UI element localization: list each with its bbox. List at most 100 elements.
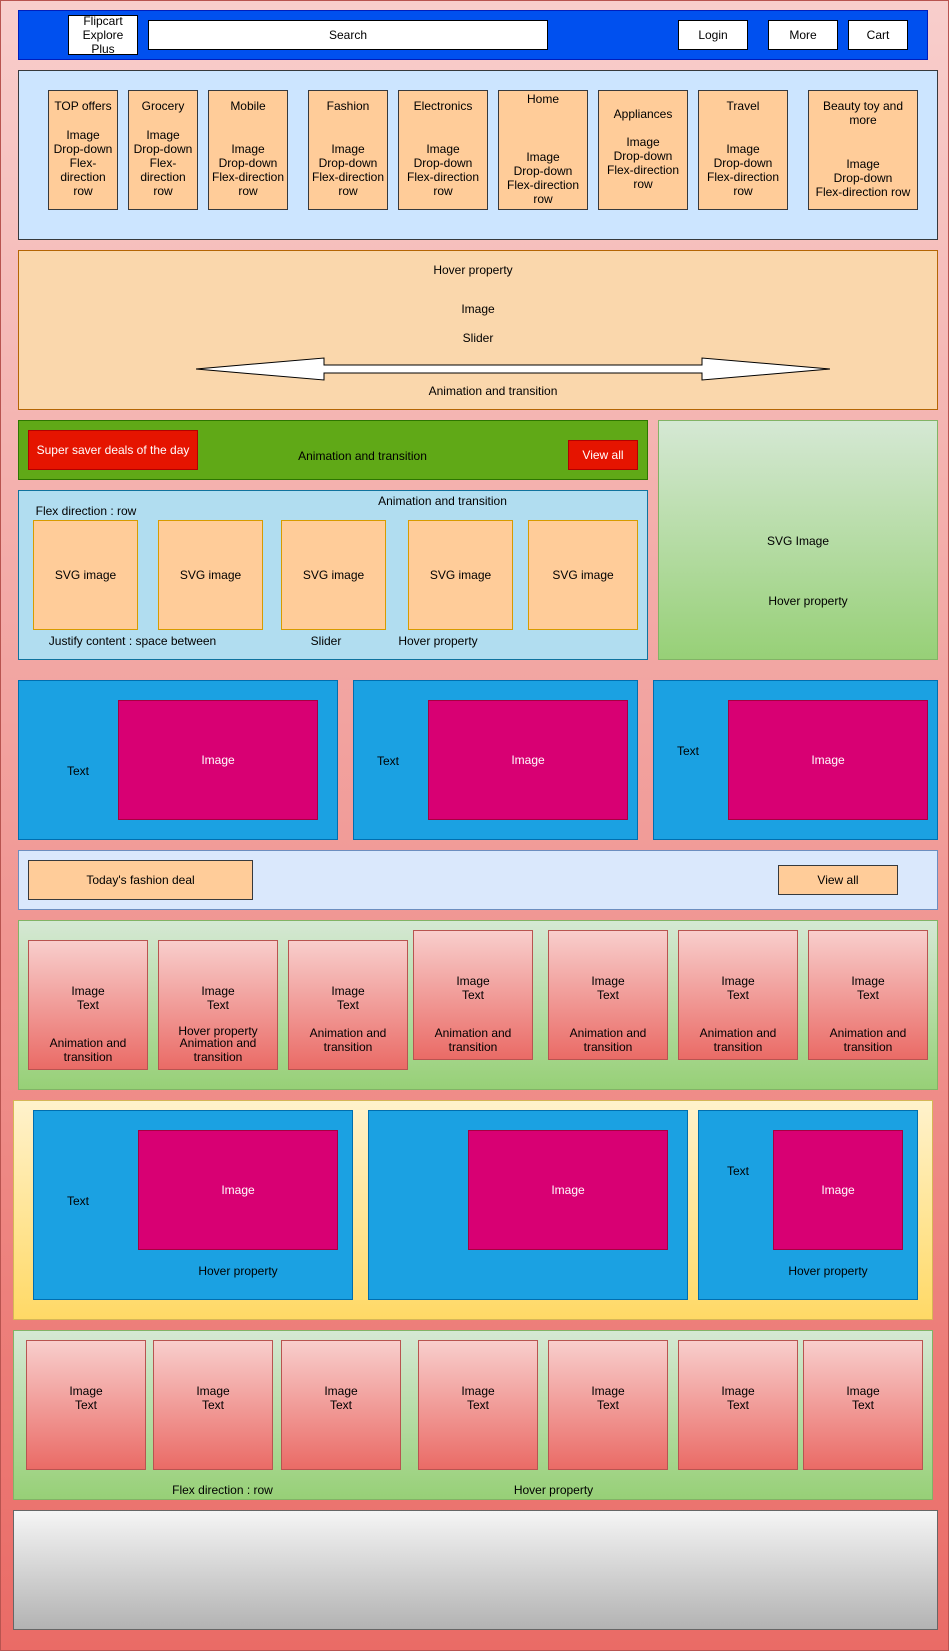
fashion-card-animation-note: Animation and transition — [309, 1026, 387, 1054]
bottom-card-content: Image Text — [196, 1384, 230, 1412]
svg-justify-note: Justify content : space between — [48, 634, 217, 648]
bottom-card-content: Image Text — [721, 1384, 755, 1412]
svg-image-card[interactable]: SVG image — [408, 520, 513, 630]
fashion-card-content: Image Text — [456, 974, 490, 1002]
category-title: TOP offers — [54, 99, 112, 113]
promo-image: Image — [118, 700, 318, 820]
deals-title-text: Super saver deals of the day — [36, 443, 190, 457]
promo-image: Image — [468, 1130, 668, 1250]
fashion-card-content: Image Text — [591, 974, 625, 1002]
category-title: Mobile — [230, 99, 266, 113]
bottom-flex-note: Flex direction : row — [172, 1483, 273, 1497]
category-details: Image Drop-down Flex- direction row — [53, 128, 113, 198]
bottom-hover-note: Hover property — [513, 1483, 594, 1497]
bottom-card-content: Image Text — [461, 1384, 495, 1412]
side-hover-note: Hover property — [768, 594, 848, 608]
svg-flex-note: Flex direction : row — [35, 504, 137, 518]
category-title: Travel — [726, 99, 760, 113]
fashion-card-content: Image Text — [201, 984, 235, 1012]
more-label: More — [789, 28, 817, 42]
fashion-card-animation-note: Animation and transition — [49, 1036, 127, 1064]
promo-image-label: Image — [221, 1183, 255, 1197]
more-button[interactable]: More — [768, 20, 838, 50]
promo-image-label: Image — [201, 753, 235, 767]
fashion-title: Today's fashion deal — [28, 860, 253, 900]
fashion-view-all-button[interactable]: View all — [778, 865, 898, 895]
promo-text: Text — [376, 754, 399, 768]
svg-image-label: SVG image — [302, 568, 365, 582]
promo-text: Text — [726, 1164, 749, 1178]
cart-button[interactable]: Cart — [848, 20, 908, 50]
promo-hover-note: Hover property — [788, 1264, 868, 1278]
deals-view-all-button[interactable]: View all — [568, 440, 638, 470]
svg-slider-note: Slider — [310, 634, 342, 648]
promo-text: Text — [66, 764, 89, 778]
fashion-card-content: Image Text — [71, 984, 105, 1012]
category-details: Image Drop-down Flex-direction row — [311, 142, 385, 198]
category-title: Fashion — [326, 99, 370, 113]
svg-image-card[interactable]: SVG image — [281, 520, 386, 630]
category-details: Image Drop-down Flex-direction row — [815, 157, 911, 199]
svg-image-card[interactable]: SVG image — [33, 520, 138, 630]
fashion-card-content: Image Text — [851, 974, 885, 1002]
promo-image: Image — [428, 700, 628, 820]
category-title: Appliances — [613, 107, 673, 121]
slider-arrows-icon[interactable] — [196, 356, 830, 382]
category-details: Image Drop-down Flex-direction row — [406, 142, 480, 198]
banner-hover-note: Hover property — [433, 263, 513, 277]
svg-image-label: SVG image — [429, 568, 492, 582]
svg-hover-note: Hover property — [398, 634, 478, 648]
fashion-card-animation-note: Animation and transition — [699, 1026, 777, 1054]
category-details: Image Drop-down Flex- direction row — [133, 128, 193, 198]
category-details: Image Drop-down Flex-direction row — [211, 142, 285, 198]
fashion-view-all-label: View all — [817, 873, 859, 887]
svg-animation-note: Animation and transition — [378, 494, 507, 508]
footer — [13, 1510, 938, 1630]
login-label: Login — [698, 28, 728, 42]
category-title: Grocery — [141, 99, 185, 113]
fashion-card-content: Image Text — [721, 974, 755, 1002]
promo-image: Image — [728, 700, 928, 820]
category-title: Electronics — [413, 99, 473, 113]
fashion-card-animation-note: Animation and transition — [179, 1036, 257, 1064]
promo-image: Image — [138, 1130, 338, 1250]
svg-image-label: SVG image — [552, 568, 614, 582]
promo-image-label: Image — [811, 753, 845, 767]
fashion-card-animation-note: Animation and transition — [829, 1026, 907, 1054]
category-details: Image Drop-down Flex-direction row — [506, 150, 580, 206]
search-placeholder: Search — [328, 28, 368, 42]
banner-slider-note: Slider — [462, 331, 494, 345]
category-title: Beauty toy and more — [822, 99, 904, 127]
fashion-card-content: Image Text — [331, 984, 365, 1012]
promo-text: Text — [676, 744, 699, 758]
bottom-card-content: Image Text — [69, 1384, 103, 1412]
deals-view-all-label: View all — [582, 448, 624, 462]
promo-image-label: Image — [821, 1183, 855, 1197]
search-input[interactable]: Search — [148, 20, 548, 50]
fashion-card-animation-note: Animation and transition — [569, 1026, 647, 1054]
fashion-card-animation-note: Animation and transition — [434, 1026, 512, 1054]
banner-image: Image — [461, 302, 495, 316]
fashion-title-text: Today's fashion deal — [86, 873, 195, 887]
category-details: Image Drop-down Flex-direction row — [706, 142, 780, 198]
svg-image-card[interactable]: SVG image — [158, 520, 263, 630]
login-button[interactable]: Login — [678, 20, 748, 50]
promo-hover-note: Hover property — [198, 1264, 278, 1278]
deals-animation-note: Animation and transition — [298, 449, 427, 463]
category-details: Image Drop-down Flex-direction row — [606, 135, 680, 191]
svg-image-card[interactable]: SVG image — [528, 520, 638, 630]
side-svg-image: SVG Image — [766, 534, 830, 548]
promo-image-label: Image — [511, 753, 545, 767]
cart-label: Cart — [866, 28, 890, 42]
banner-animation-note: Animation and transition — [428, 384, 558, 398]
svg-image-label: SVG image — [179, 568, 242, 582]
promo-text: Text — [66, 1194, 89, 1208]
bottom-card-content: Image Text — [846, 1384, 880, 1412]
deals-title: Super saver deals of the day — [28, 430, 198, 470]
svg-image-label: SVG image — [54, 568, 117, 582]
promo-image: Image — [773, 1130, 903, 1250]
brand-logo[interactable]: Flipcart Explore Plus — [68, 14, 138, 56]
bottom-card-content: Image Text — [591, 1384, 625, 1412]
brand-text: Flipcart Explore Plus — [82, 14, 124, 56]
category-title: Home — [526, 92, 559, 106]
